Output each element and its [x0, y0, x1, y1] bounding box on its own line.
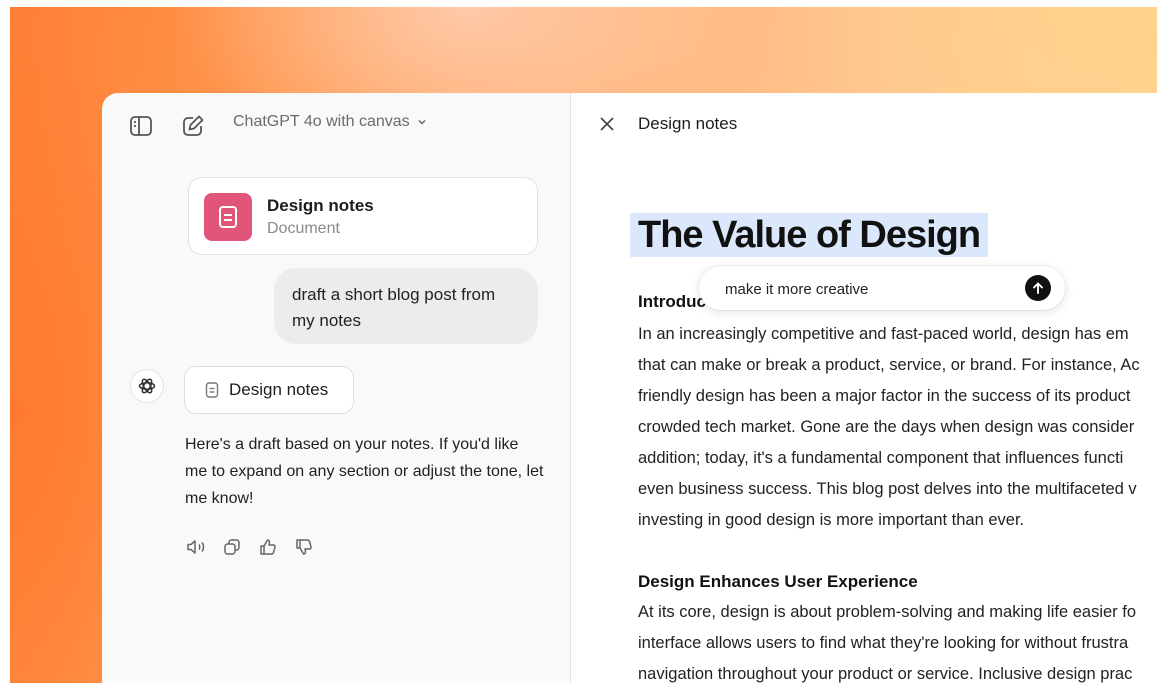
section-paragraph: In an increasingly competitive and fast-… [638, 319, 1157, 536]
document-card[interactable]: Design notes Document [188, 177, 538, 255]
speaker-icon[interactable] [184, 536, 208, 558]
thumbs-up-icon[interactable] [256, 536, 280, 558]
document-icon [204, 193, 252, 241]
paragraph-line: even business success. This blog post de… [638, 480, 1137, 498]
edit-prompt-input[interactable] [723, 276, 1017, 302]
paragraph-line: friendly design has been a major factor … [638, 387, 1131, 405]
paragraph-line: interface allows users to find what they… [638, 634, 1129, 652]
chevron-down-icon [416, 116, 428, 128]
user-message: draft a short blog post from my notes [274, 268, 538, 344]
canvas-panel: Design notes The Value of Design Introdu… [571, 93, 1157, 683]
paragraph-line: crowded tech market. Gone are the days w… [638, 418, 1135, 436]
paragraph-line: At its core, design is about problem-sol… [638, 603, 1137, 621]
canvas-title: Design notes [638, 114, 738, 133]
document-card-title: Design notes [267, 196, 374, 215]
document-card-type: Document [267, 220, 340, 237]
paragraph-line: navigation throughout your product or se… [638, 665, 1133, 683]
paragraph-line: investing in good design is more importa… [638, 511, 1025, 529]
thumbs-down-icon[interactable] [292, 536, 316, 558]
document-chip[interactable]: Design notes [184, 366, 354, 414]
close-icon[interactable] [597, 114, 617, 134]
sidebar-toggle-icon[interactable] [128, 114, 154, 138]
section-heading: Design Enhances User Experience [638, 572, 918, 591]
document-title[interactable]: The Value of Design [630, 213, 989, 257]
paragraph-line: In an increasingly competitive and fast-… [638, 325, 1129, 343]
document-chip-label: Design notes [229, 380, 329, 399]
model-label: ChatGPT 4o with canvas [233, 113, 410, 130]
paragraph-line: addition; today, it's a fundamental comp… [638, 449, 1124, 467]
copy-icon[interactable] [220, 536, 244, 558]
document-small-icon [205, 382, 219, 398]
inline-edit-prompt [699, 266, 1065, 310]
assistant-message: Here's a draft based on your notes. If y… [185, 436, 544, 507]
paragraph-line: that can make or break a product, servic… [638, 356, 1140, 374]
message-actions [184, 536, 316, 558]
section-heading: Introduc [638, 292, 706, 311]
assistant-logo-icon [130, 369, 164, 403]
send-arrow-icon[interactable] [1025, 275, 1051, 301]
new-chat-icon[interactable] [180, 113, 206, 139]
model-selector[interactable]: ChatGPT 4o with canvas [233, 113, 428, 131]
section-paragraph: At its core, design is about problem-sol… [638, 597, 1157, 683]
chat-panel: ChatGPT 4o with canvas Design notes Docu… [102, 93, 570, 683]
